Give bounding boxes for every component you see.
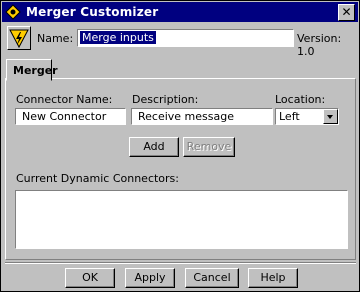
description-input[interactable]: Receive message [131,108,273,125]
name-value: Merge inputs [80,31,156,44]
name-field[interactable]: Merge inputs [77,29,294,47]
add-button[interactable]: Add [129,137,179,157]
connector-name-label: Connector Name: [16,93,113,106]
tab-merger[interactable]: Merger [6,59,58,81]
current-connectors-list[interactable] [15,190,348,249]
footer-separator [5,262,356,264]
version-label: Version: 1.0 [297,32,342,58]
description-label: Description: [132,93,199,106]
location-label: Location: [275,93,326,106]
location-select[interactable]: Left [275,108,339,125]
help-button[interactable]: Help [248,268,298,288]
window-title: Merger Customizer [26,5,159,19]
close-icon: ✕ [341,5,352,19]
title-bar[interactable]: Merger Customizer ✕ [2,2,358,22]
description-value: Receive message [138,110,234,123]
component-icon [5,4,21,20]
chevron-down-icon[interactable] [323,109,338,124]
current-connectors-label: Current Dynamic Connectors: [16,172,179,185]
name-label: Name: [37,32,74,45]
ok-button[interactable]: OK [65,268,115,288]
cancel-button[interactable]: Cancel [185,268,239,288]
connector-name-value: New Connector [22,110,107,123]
bean-logo [7,26,31,50]
lightning-bolt-icon [9,29,29,49]
close-button[interactable]: ✕ [338,4,355,21]
tab-merger-label: Merger [13,64,58,77]
apply-button[interactable]: Apply [125,268,175,288]
connector-name-input[interactable]: New Connector [15,108,126,125]
merger-customizer-window: Merger Customizer ✕ Name: Merge inputs V… [0,0,360,292]
location-value: Left [279,110,300,123]
remove-button[interactable]: Remove [183,137,235,157]
